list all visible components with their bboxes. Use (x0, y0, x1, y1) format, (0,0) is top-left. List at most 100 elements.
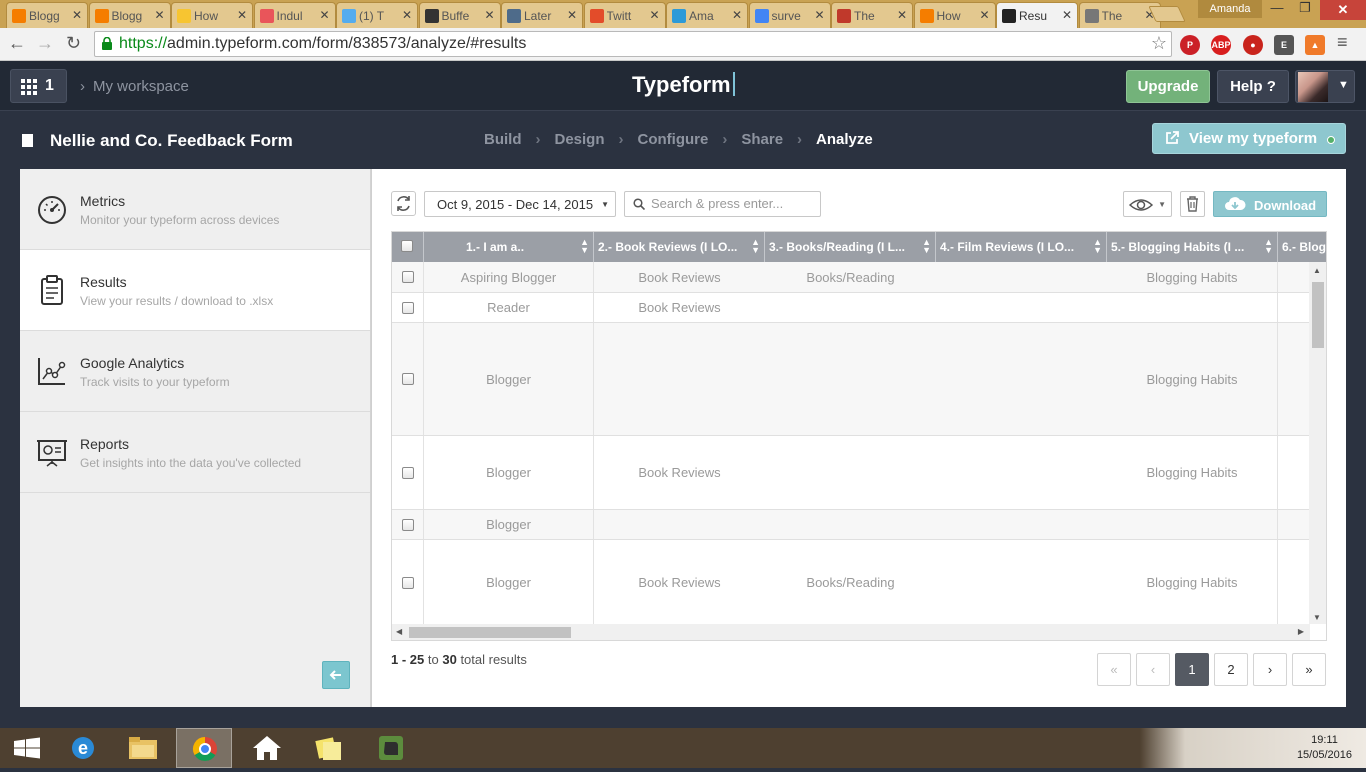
vertical-scrollbar[interactable]: ▲ ▼ (1309, 262, 1326, 624)
tab-close-icon[interactable]: ✕ (72, 8, 82, 22)
sidebar-item-results[interactable]: Results View your results / download to … (20, 250, 370, 331)
workspace-switcher[interactable]: 1 (10, 69, 67, 103)
sticky-notes-icon[interactable] (301, 728, 357, 768)
table-row[interactable]: Blogger (392, 510, 1310, 540)
tab-close-icon[interactable]: ✕ (237, 8, 247, 22)
row-checkbox[interactable] (401, 271, 414, 283)
tab-close-icon[interactable]: ✕ (814, 8, 824, 22)
browser-tab[interactable]: surve ✕ (748, 2, 831, 28)
menu-icon[interactable]: ≡ (1337, 32, 1348, 53)
sidebar-item-metrics[interactable]: Metrics Monitor your typeform across dev… (20, 169, 370, 250)
search-field[interactable] (624, 191, 821, 217)
tab-close-icon[interactable]: ✕ (567, 8, 577, 22)
file-explorer-icon[interactable] (115, 728, 171, 768)
table-row[interactable]: Reader Book Reviews (392, 293, 1310, 323)
step-configure[interactable]: Configure (638, 131, 709, 148)
browser-tab[interactable]: Blogg ✕ (6, 2, 88, 28)
vertical-scroll-thumb[interactable] (1312, 282, 1324, 348)
sort-icon[interactable]: ▲ ▼ (922, 238, 931, 255)
tab-close-icon[interactable]: ✕ (484, 8, 494, 22)
sort-icon[interactable]: ▲ ▼ (751, 238, 760, 255)
tab-close-icon[interactable]: ✕ (1062, 8, 1072, 22)
start-button[interactable] (0, 728, 56, 768)
prev-page-button[interactable]: ‹ (1136, 653, 1170, 686)
tab-close-icon[interactable]: ✕ (897, 8, 907, 22)
internet-explorer-icon[interactable]: e (55, 728, 111, 768)
minimize-button[interactable]: — (1262, 0, 1292, 20)
browser-tab[interactable]: How ✕ (913, 2, 996, 28)
page-1-button[interactable]: 1 (1175, 653, 1209, 686)
column-visibility-button[interactable]: ▼ (1123, 191, 1172, 217)
collapse-sidebar-button[interactable] (322, 661, 350, 689)
back-icon[interactable]: ← (8, 33, 26, 54)
typeform-logo[interactable]: Typeform (632, 72, 735, 98)
last-page-button[interactable]: » (1292, 653, 1326, 686)
column-header[interactable]: 3.- Books/Reading (I L... ▲ ▼ (765, 232, 936, 262)
column-header[interactable]: 2.- Book Reviews (I LO... ▲ ▼ (594, 232, 765, 262)
evernote-icon[interactable] (363, 728, 419, 768)
browser-user[interactable]: Amanda (1198, 0, 1262, 18)
chrome-taskbar-icon[interactable] (176, 728, 232, 768)
sort-icon[interactable]: ▲ ▼ (1264, 238, 1273, 255)
tab-close-icon[interactable]: ✕ (979, 8, 989, 22)
bookmark-star-icon[interactable]: ☆ (1151, 33, 1167, 54)
tab-close-icon[interactable]: ✕ (649, 8, 659, 22)
first-page-button[interactable]: « (1097, 653, 1131, 686)
account-menu[interactable]: ▼ (1295, 70, 1355, 103)
download-button[interactable]: Download (1213, 191, 1327, 217)
sidebar-item-reports[interactable]: Reports Get insights into the data you'v… (20, 412, 370, 493)
browser-tab[interactable]: Ama ✕ (666, 2, 748, 28)
browser-tab[interactable]: Later ✕ (501, 2, 583, 28)
browser-tab[interactable]: (1) T ✕ (336, 2, 418, 28)
browser-tab[interactable]: How ✕ (171, 2, 253, 28)
step-design[interactable]: Design (555, 131, 605, 148)
system-clock[interactable]: 19:11 15/05/2016 (1297, 733, 1352, 763)
pinterest-icon[interactable]: P (1180, 35, 1200, 55)
horizontal-scroll-thumb[interactable] (409, 627, 571, 638)
upgrade-button[interactable]: Upgrade (1126, 70, 1210, 103)
browser-tab[interactable]: The ✕ (831, 2, 913, 28)
forward-icon[interactable]: → (36, 33, 54, 54)
evernote-ext-icon[interactable]: E (1274, 35, 1294, 55)
browser-tab[interactable]: Buffe ✕ (418, 2, 501, 28)
reload-icon[interactable]: ↻ (66, 33, 81, 54)
column-header[interactable]: 5.- Blogging Habits (I ... ▲ ▼ (1107, 232, 1278, 262)
table-row[interactable]: Aspiring Blogger Book Reviews Books/Readin… (392, 262, 1310, 293)
browser-tab[interactable]: Indul ✕ (253, 2, 336, 28)
new-tab-button[interactable] (1148, 6, 1186, 22)
column-header[interactable]: 4.- Film Reviews (I LO... ▲ ▼ (936, 232, 1107, 262)
adblock-icon[interactable]: ABP (1211, 35, 1231, 55)
date-range-select[interactable]: Oct 9, 2015 - Dec 14, 2015 ▼ (424, 191, 616, 217)
horizontal-scrollbar[interactable]: ◀ ▶ (392, 624, 1310, 640)
sort-icon[interactable]: ▲ ▼ (580, 238, 589, 255)
row-checkbox[interactable] (401, 373, 414, 385)
tab-close-icon[interactable]: ✕ (319, 8, 329, 22)
table-row[interactable]: Blogger Blogging Habits (392, 323, 1310, 436)
home-icon[interactable] (239, 728, 295, 768)
tab-close-icon[interactable]: ✕ (402, 8, 412, 22)
step-analyze[interactable]: Analyze (816, 131, 873, 148)
close-window-button[interactable]: ✕ (1320, 0, 1366, 20)
sort-icon[interactable]: ▲ ▼ (1093, 238, 1102, 255)
analytics-ext-icon[interactable]: ▲ (1305, 35, 1325, 55)
search-input[interactable] (651, 196, 816, 211)
browser-tab[interactable]: Twitt ✕ (583, 2, 666, 28)
refresh-button[interactable] (391, 191, 416, 216)
url-input[interactable]: https://admin.typeform.com/form/838573/a… (94, 31, 1172, 57)
row-checkbox[interactable] (401, 466, 414, 479)
table-row[interactable]: Blogger Book Reviews Books/Reading Blogging… (392, 540, 1310, 626)
workspace-link[interactable]: › My workspace (80, 78, 189, 95)
browser-tab[interactable]: Blogg ✕ (88, 2, 171, 28)
row-checkbox[interactable] (401, 301, 414, 314)
select-all-checkbox[interactable] (401, 240, 413, 252)
step-build[interactable]: Build (484, 131, 522, 148)
tab-close-icon[interactable]: ✕ (732, 8, 742, 22)
next-page-button[interactable]: › (1253, 653, 1287, 686)
delete-button[interactable] (1180, 191, 1205, 217)
help-button[interactable]: Help ? (1217, 70, 1289, 103)
column-header[interactable]: 1.- I am a.. ▲ ▼ (424, 232, 594, 262)
sidebar-item-google-analytics[interactable]: Google Analytics Track visits to your ty… (20, 331, 370, 412)
step-share[interactable]: Share (741, 131, 783, 148)
column-header[interactable]: 6.- Blog (1278, 232, 1326, 262)
row-checkbox[interactable] (401, 518, 414, 531)
